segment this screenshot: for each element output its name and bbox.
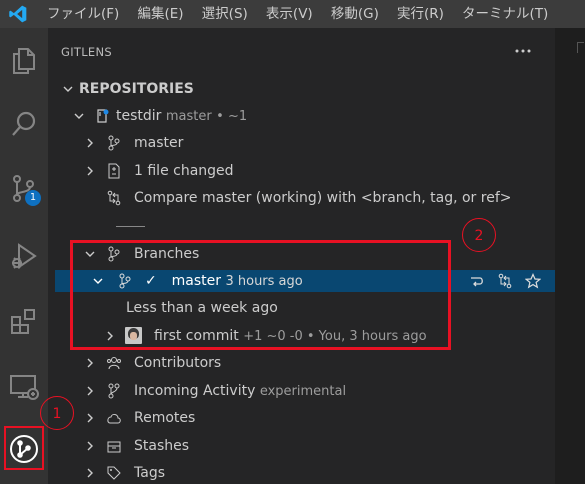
chevron-right-icon (87, 138, 93, 148)
repo-status: • ~1 (216, 109, 248, 124)
chevron-down-icon (74, 113, 84, 119)
chevron-right-icon (87, 386, 93, 396)
menu-file[interactable]: ファイル(F) (47, 0, 119, 28)
switch-branch-icon[interactable] (469, 273, 485, 289)
branch-item[interactable]: master (48, 132, 555, 154)
editor-edge (555, 28, 585, 484)
repo-icon (97, 109, 109, 123)
chevron-right-icon (87, 441, 93, 451)
menu-edit[interactable]: 編集(E) (137, 0, 183, 28)
repo-name: testdir (116, 108, 162, 124)
remote-explorer-icon[interactable] (8, 370, 40, 402)
repo-branch: master (165, 109, 212, 124)
chevron-right-icon (87, 166, 93, 176)
title-bar: ファイル(F) 編集(E) 選択(S) 表示(V) 移動(G) 実行(R) ター… (0, 0, 585, 28)
files-changed-item[interactable]: 1 file changed (48, 160, 555, 182)
tag-icon (107, 466, 121, 480)
menu-terminal[interactable]: ターミナル(T) (462, 0, 548, 28)
run-debug-icon[interactable] (8, 240, 40, 272)
compare-icon (107, 190, 121, 206)
annotation-callout-2: 2 (462, 218, 496, 252)
divider (116, 226, 145, 227)
incoming-label: Incoming Activity (134, 383, 256, 399)
more-actions-icon[interactable] (514, 48, 532, 54)
star-icon[interactable] (524, 273, 542, 289)
remotes-label: Remotes (134, 410, 196, 426)
remotes-item[interactable]: Remotes (48, 407, 555, 429)
repositories-section-header[interactable]: REPOSITORIES (48, 78, 555, 100)
branch-icon (108, 135, 120, 151)
section-title: REPOSITORIES (79, 81, 194, 97)
explorer-icon[interactable] (8, 44, 40, 76)
tags-item[interactable]: Tags (48, 462, 555, 484)
menu-run[interactable]: 実行(R) (397, 0, 444, 28)
archive-icon (107, 441, 121, 453)
menu-selection[interactable]: 選択(S) (202, 0, 248, 28)
compare-item[interactable]: Compare master (working) with <branch, t… (48, 187, 555, 209)
files-changed-label: 1 file changed (134, 163, 234, 179)
sidebar-title: GITLENS (61, 45, 113, 59)
file-diff-icon (108, 163, 120, 179)
stashes-label: Stashes (134, 438, 190, 454)
chevron-right-icon (87, 358, 93, 368)
annotation-highlight-gitlens (4, 426, 44, 470)
chevron-right-icon (87, 413, 93, 423)
repo-item[interactable]: testdir master • ~1 (48, 105, 555, 127)
contributors-label: Contributors (134, 355, 222, 371)
search-icon[interactable] (8, 108, 40, 140)
chevron-down-icon (63, 86, 73, 92)
stashes-item[interactable]: Stashes (48, 435, 555, 457)
incoming-tag: experimental (259, 384, 347, 399)
cloud-icon (107, 414, 121, 424)
vscode-logo-icon (9, 5, 27, 23)
menu-go[interactable]: 移動(G) (331, 0, 379, 28)
incoming-activity-item[interactable]: Incoming Activity experimental (48, 380, 555, 402)
branch-label: master (134, 135, 184, 151)
extensions-icon[interactable] (8, 306, 40, 338)
source-control-badge: 1 (25, 190, 41, 206)
chevron-right-icon (87, 468, 93, 478)
contributors-item[interactable]: Contributors (48, 352, 555, 374)
compare-icon[interactable] (497, 273, 513, 289)
annotation-callout-1: 1 (40, 396, 74, 430)
annotation-highlight-box (70, 240, 451, 350)
tags-label: Tags (134, 465, 165, 481)
menu-bar: ファイル(F) 編集(E) 選択(S) 表示(V) 移動(G) 実行(R) ター… (47, 0, 562, 28)
menu-view[interactable]: 表示(V) (266, 0, 313, 28)
activity-icon (108, 383, 120, 399)
row-actions (469, 273, 549, 295)
people-icon (107, 357, 121, 370)
compare-label: Compare master (working) with <branch, t… (134, 190, 512, 206)
